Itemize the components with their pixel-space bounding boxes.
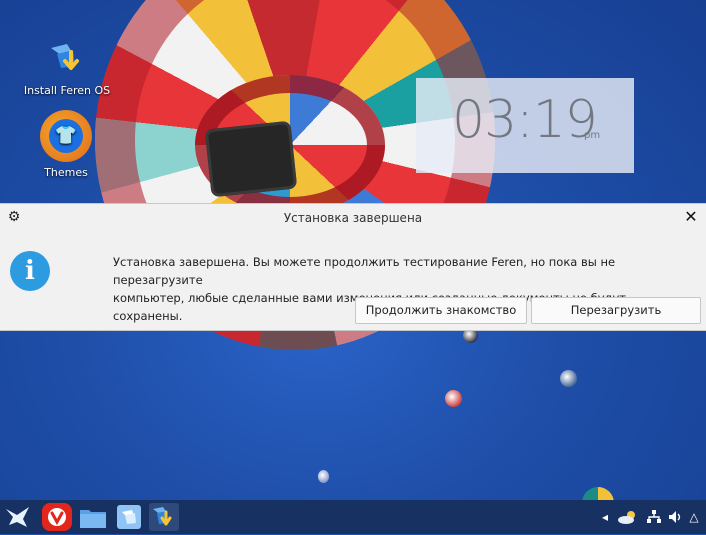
install-complete-dialog: ⚙ Установка завершена ✕ i Установка заве…	[0, 203, 706, 331]
wallpaper-mini-balloon	[445, 390, 462, 407]
vivaldi-icon[interactable]	[42, 503, 72, 531]
wallpaper-mini-balloon	[560, 370, 577, 387]
themes-icon: 👕	[40, 110, 92, 162]
desktop-icon-themes[interactable]: 👕 Themes	[16, 110, 116, 179]
close-icon[interactable]: ✕	[683, 209, 699, 225]
desktop-icon-label: Install Feren OS	[23, 84, 111, 97]
installer-icon[interactable]	[149, 503, 179, 531]
feren-bird-icon[interactable]	[3, 503, 33, 531]
clock-widget: 03:19 pm	[416, 78, 634, 173]
file-manager-icon[interactable]	[78, 503, 108, 531]
info-icon: i	[10, 251, 50, 291]
dialog-title: Установка завершена	[283, 211, 423, 225]
restart-button[interactable]: Перезагрузить	[531, 297, 701, 324]
volume-icon[interactable]	[667, 509, 683, 525]
dialog-message-line: Установка завершена. Вы можете продолжит…	[113, 255, 616, 287]
weather-icon[interactable]	[617, 509, 639, 525]
network-icon[interactable]	[646, 509, 662, 525]
clock-ampm: pm	[584, 130, 601, 141]
desktop-icon-install[interactable]: Install Feren OS	[17, 40, 117, 97]
install-icon	[47, 40, 87, 80]
show-desktop-icon[interactable]: △	[688, 509, 700, 525]
document-viewer-icon[interactable]	[114, 503, 144, 531]
desktop-icon-label: Themes	[44, 166, 88, 179]
menu-arrow-icon[interactable]: ◂	[600, 509, 610, 525]
wallpaper-mini-balloon	[318, 470, 329, 483]
wallpaper-basket	[204, 120, 298, 198]
dialog-titlebar: ⚙ Установка завершена ✕	[0, 204, 706, 232]
taskbar: ◂ △	[0, 500, 706, 534]
clock-time: 03:19	[452, 90, 598, 150]
continue-button[interactable]: Продолжить знакомство	[355, 297, 527, 324]
